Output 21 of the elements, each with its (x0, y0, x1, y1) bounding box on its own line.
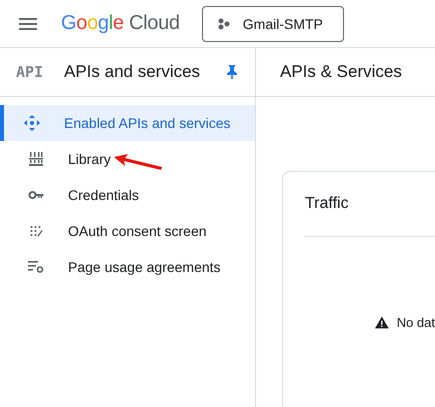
sidebar-item[interactable]: Enabled APIs and services (0, 105, 255, 141)
dotted-check-icon (28, 225, 44, 237)
warning-icon (375, 316, 389, 329)
key-icon (28, 191, 44, 199)
sidebar-item[interactable]: Credentials (0, 177, 255, 213)
library-icon (28, 152, 44, 166)
project-icon (216, 18, 231, 30)
sidebar-item[interactable]: Library (0, 141, 255, 177)
sidebar-title: APIs and services (64, 62, 202, 82)
hub-icon (24, 115, 40, 131)
no-data-message: No dat (396, 315, 435, 330)
sidebar-item[interactable]: OAuth consent screen (0, 213, 255, 249)
pin-icon[interactable] (227, 65, 237, 79)
logo[interactable]: Google Cloud (61, 12, 180, 35)
api-icon: API (16, 63, 64, 81)
card-title: Traffic (305, 194, 350, 214)
list-settings-icon (28, 261, 44, 273)
menu-icon[interactable] (19, 18, 37, 30)
sidebar-item[interactable]: Page usage agreements (0, 249, 255, 285)
page-title: APIs & Services (280, 62, 402, 82)
project-picker-button[interactable]: Gmail-SMTP (202, 6, 344, 42)
